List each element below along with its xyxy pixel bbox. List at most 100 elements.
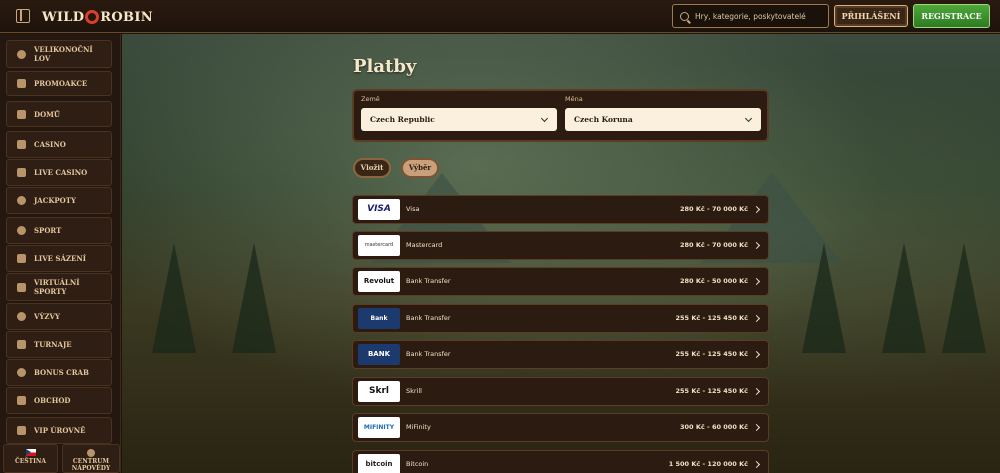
sidebar-item-label: JACKPOTY — [34, 196, 76, 205]
sidebar-item-label: VÝZVY — [34, 312, 60, 321]
sidebar-item-live-betting[interactable]: LIVE SÁZENÍ — [6, 245, 112, 272]
czech-flag-icon — [25, 449, 36, 456]
sidebar-item-label: CASINO — [34, 140, 66, 149]
sidebar-item-live-casino[interactable]: LIVE CASINO — [6, 159, 112, 186]
top-header: WILD ROBIN PŘIHLÁŠENÍ REGISTRACE — [0, 0, 1000, 33]
sidebar-item-tournaments[interactable]: TURNAJE — [6, 331, 112, 358]
chevron-down-icon — [540, 114, 549, 123]
chevron-right-icon — [752, 387, 761, 396]
sidebar-item-label: LIVE CASINO — [34, 168, 88, 177]
login-button[interactable]: PŘIHLÁŠENÍ — [834, 5, 908, 27]
payment-method-row[interactable]: Bank Bank Transfer 255 Kč - 125 450 Kč — [352, 304, 769, 333]
sidebar-item-easter-hunt[interactable]: VELIKONOČNÍ LOV — [6, 40, 112, 68]
chevron-right-icon — [752, 423, 761, 432]
tab-withdraw[interactable]: Výběr — [401, 158, 439, 178]
country-select[interactable]: Czech Republic — [361, 108, 557, 131]
payment-filter-panel: Země Czech Republic Měna Czech Koruna — [352, 89, 769, 142]
payment-method-row[interactable]: BANK Bank Transfer 255 Kč - 125 450 Kč — [352, 340, 769, 369]
skrill-logo: Skrl — [358, 381, 400, 402]
target-icon — [17, 312, 26, 321]
payment-method-name: Skrill — [406, 387, 422, 395]
sidebar: VELIKONOČNÍ LOV PROMOAKCE DOMŮ CASINO LI… — [0, 34, 121, 473]
currency-select[interactable]: Czech Koruna — [565, 108, 761, 131]
payment-method-name: Bank Transfer — [406, 277, 451, 285]
sidebar-item-jackpots[interactable]: JACKPOTY — [6, 187, 112, 214]
country-value: Czech Republic — [370, 115, 435, 124]
payment-method-range: 280 Kč - 70 000 Kč — [680, 205, 748, 213]
payment-method-range: 1 500 Kč - 120 000 Kč — [668, 460, 748, 468]
payment-method-row[interactable]: mastercard Mastercard 280 Kč - 70 000 Kč — [352, 231, 769, 260]
sidebar-item-sport[interactable]: SPORT — [6, 217, 112, 244]
payment-method-row[interactable]: Skrl Skrill 255 Kč - 125 450 Kč — [352, 377, 769, 406]
help-icon — [87, 449, 95, 457]
search-icon — [680, 11, 689, 21]
sidebar-item-label: VIP ÚROVNĚ — [34, 426, 86, 435]
page-title: Platby — [353, 56, 417, 77]
currency-label: Měna — [565, 95, 583, 103]
search-input[interactable] — [695, 11, 828, 21]
sidebar-item-shop[interactable]: OBCHOD — [6, 387, 112, 414]
payment-method-range: 255 Kč - 125 450 Kč — [675, 350, 749, 358]
sidebar-item-promotions[interactable]: PROMOAKCE — [6, 71, 112, 96]
visa-logo: VISA — [358, 199, 400, 220]
payment-method-row[interactable]: bitcoin Bitcoin 1 500 Kč - 120 000 Kč — [352, 450, 769, 473]
payment-method-name: Bank Transfer — [406, 314, 451, 322]
live-icon — [17, 254, 26, 263]
chevron-right-icon — [752, 350, 761, 359]
payment-method-row[interactable]: Revolut Bank Transfer 280 Kč - 50 000 Kč — [352, 267, 769, 296]
help-label: CENTRUM NÁPOVĚDY — [71, 458, 111, 472]
mifinity-logo: MIFINITY — [358, 417, 400, 438]
bank-logo: BANK — [358, 344, 400, 365]
payment-method-range: 255 Kč - 125 450 Kč — [675, 387, 749, 395]
tab-deposit[interactable]: Vložit — [353, 158, 391, 178]
chevron-down-icon — [744, 114, 753, 123]
chevron-right-icon — [752, 314, 761, 323]
ball-icon — [17, 226, 26, 235]
language-label: ČEŠTINA — [14, 458, 47, 465]
search-box[interactable] — [672, 4, 829, 28]
sidebar-item-home[interactable]: DOMŮ — [6, 101, 112, 127]
mastercard-logo: mastercard — [358, 235, 400, 256]
sidebar-item-label: BONUS CRAB — [34, 368, 89, 377]
payment-method-row[interactable]: VISA Visa 280 Kč - 70 000 Kč — [352, 195, 769, 224]
home-icon — [17, 109, 26, 119]
payment-method-name: Bank Transfer — [406, 350, 451, 358]
sidebar-item-vip-levels[interactable]: VIP ÚROVNĚ — [6, 417, 112, 444]
crab-icon — [17, 368, 26, 377]
payment-method-name: MiFinity — [406, 423, 431, 431]
logo[interactable]: WILD ROBIN — [42, 6, 153, 28]
clover-icon — [17, 196, 26, 205]
payment-method-name: Bitcoin — [406, 460, 429, 468]
sidebar-item-challenges[interactable]: VÝZVY — [6, 303, 112, 330]
chevron-right-icon — [752, 205, 761, 214]
payment-method-range: 280 Kč - 70 000 Kč — [680, 241, 748, 249]
sidebar-item-label: VIRTUÁLNÍ SPORTY — [34, 278, 80, 296]
register-button[interactable]: REGISTRACE — [913, 4, 990, 28]
payment-method-range: 280 Kč - 50 000 Kč — [680, 277, 748, 285]
language-button[interactable]: ČEŠTINA — [3, 444, 58, 473]
payment-method-range: 300 Kč - 60 000 Kč — [680, 423, 748, 431]
payment-method-row[interactable]: MIFINITY MiFinity 300 Kč - 60 000 Kč — [352, 413, 769, 442]
sidebar-item-bonus-crab[interactable]: BONUS CRAB — [6, 359, 112, 386]
sidebar-item-label: LIVE SÁZENÍ — [34, 254, 87, 263]
sidebar-toggle-icon[interactable] — [16, 9, 30, 23]
chevron-right-icon — [752, 460, 761, 469]
sidebar-item-label: DOMŮ — [34, 109, 61, 119]
sidebar-item-label: TURNAJE — [34, 340, 72, 349]
help-center-button[interactable]: CENTRUM NÁPOVĚDY — [62, 444, 120, 473]
bag-icon — [17, 396, 26, 405]
logo-text-left: WILD — [42, 9, 85, 25]
sidebar-item-casino[interactable]: CASINO — [6, 131, 112, 158]
revolut-logo: Revolut — [358, 271, 400, 292]
logo-target-icon — [85, 10, 100, 24]
currency-value: Czech Koruna — [574, 115, 633, 124]
egg-icon — [17, 49, 26, 59]
gift-icon — [17, 79, 26, 88]
sidebar-item-virtual-sports[interactable]: VIRTUÁLNÍ SPORTY — [6, 273, 112, 301]
chevron-right-icon — [752, 277, 761, 286]
sidebar-item-label: PROMOAKCE — [34, 79, 88, 88]
sidebar-item-label: VELIKONOČNÍ LOV — [34, 45, 93, 63]
chevron-right-icon — [752, 241, 761, 250]
country-label: Země — [361, 95, 380, 103]
bitcoin-logo: bitcoin — [358, 454, 400, 473]
